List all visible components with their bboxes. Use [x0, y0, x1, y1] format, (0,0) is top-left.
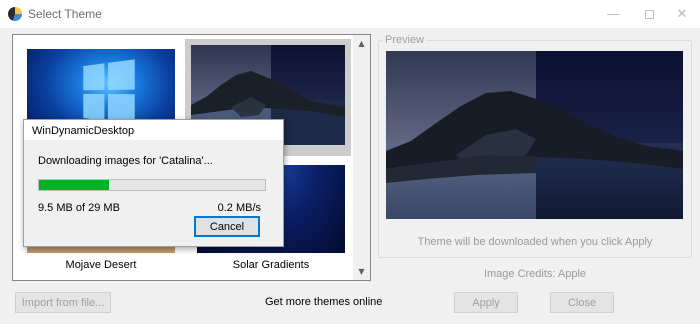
- apply-button[interactable]: Apply: [454, 292, 518, 313]
- import-from-file-button[interactable]: Import from file...: [15, 292, 111, 313]
- download-message: Downloading images for 'Catalina'...: [38, 155, 213, 167]
- preview-image: [386, 51, 683, 219]
- app-icon: [8, 7, 22, 21]
- title-bar: Select Theme — ✕: [0, 0, 700, 28]
- windows-logo-icon: [83, 59, 137, 127]
- image-credits: Image Credits: Apple: [483, 268, 587, 280]
- download-dialog: WinDynamicDesktop Downloading images for…: [23, 119, 284, 247]
- dialog-title: WinDynamicDesktop: [32, 125, 135, 137]
- scroll-down-arrow-icon[interactable]: ▼: [353, 263, 370, 280]
- download-progress-fill: [39, 180, 109, 190]
- minimize-button[interactable]: —: [595, 0, 631, 28]
- close-window-button[interactable]: ✕: [664, 0, 700, 28]
- catalina-preview-image: [386, 51, 683, 219]
- theme-label-mojave-desert: Mojave Desert: [65, 259, 137, 271]
- theme-list-scrollbar[interactable]: ▲ ▼: [353, 35, 370, 280]
- maximize-button[interactable]: [631, 0, 667, 28]
- maximize-icon: [644, 9, 654, 19]
- download-size: 9.5 MB of 29 MB: [38, 202, 120, 214]
- cancel-button[interactable]: Cancel: [194, 216, 260, 237]
- download-speed: 0.2 MB/s: [217, 202, 261, 214]
- scroll-up-arrow-icon[interactable]: ▲: [353, 35, 370, 52]
- window-title: Select Theme: [28, 7, 102, 21]
- select-theme-window: Select Theme — ✕ Mojave Desert Solar Gra…: [0, 0, 700, 324]
- dialog-title-bar: WinDynamicDesktop: [24, 120, 283, 140]
- preview-caption: Theme will be downloaded when you click …: [417, 236, 653, 248]
- get-more-themes-link[interactable]: Get more themes online: [265, 296, 382, 308]
- close-button[interactable]: Close: [550, 292, 614, 313]
- theme-label-solar-gradients: Solar Gradients: [232, 259, 310, 271]
- download-progress-bar: [38, 179, 266, 191]
- preview-group-title: Preview: [383, 34, 427, 46]
